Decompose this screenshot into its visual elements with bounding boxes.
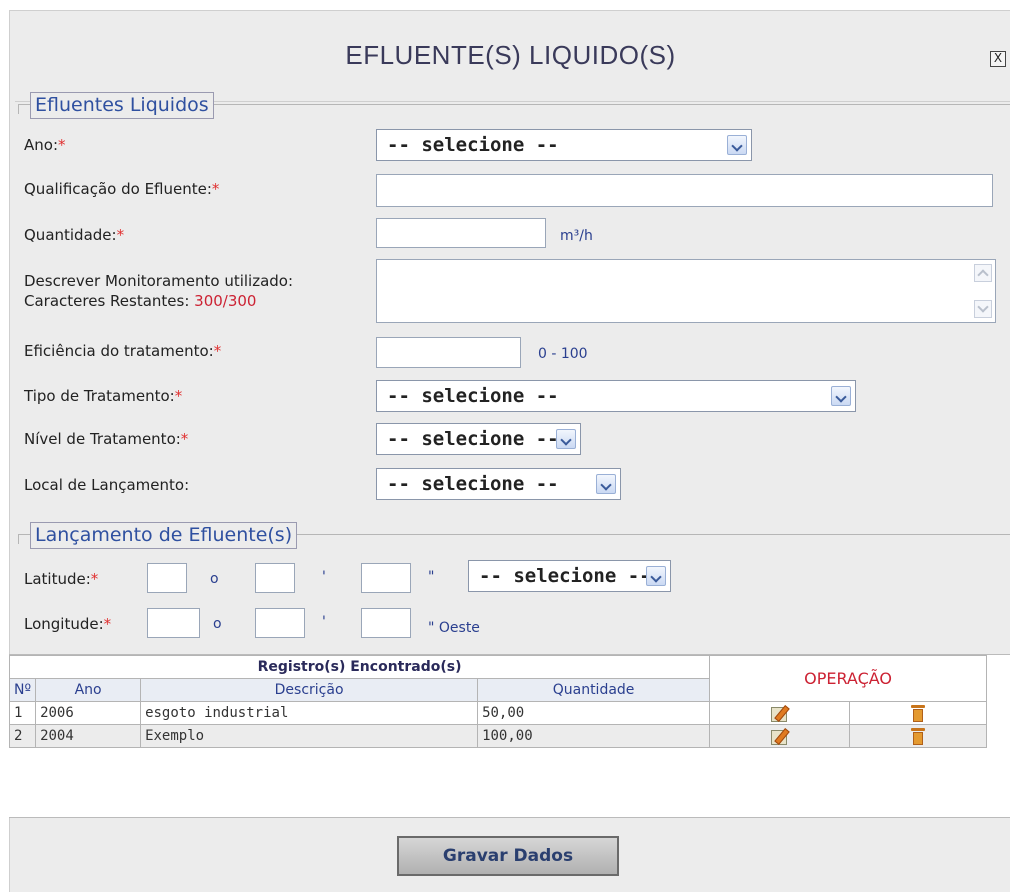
chevron-down-icon[interactable] bbox=[596, 474, 616, 494]
edit-icon[interactable] bbox=[769, 704, 791, 722]
longitude-direction: " Oeste bbox=[428, 620, 480, 636]
minute-symbol: ' bbox=[322, 569, 326, 585]
column-header: Quantidade bbox=[477, 678, 711, 702]
monitoramento-label: Descrever Monitoramento utilizado: bbox=[24, 272, 294, 290]
edit-icon[interactable] bbox=[769, 727, 791, 745]
second-symbol: " bbox=[428, 569, 435, 585]
fieldset-lancamento-border-left bbox=[18, 534, 19, 544]
longitude-degrees-input[interactable] bbox=[147, 608, 200, 638]
column-header: Ano bbox=[35, 678, 142, 702]
delete-cell[interactable] bbox=[849, 701, 988, 725]
save-button[interactable]: Gravar Dados bbox=[397, 836, 619, 876]
caracteres-restantes-label: Caracteres Restantes: 300/300 bbox=[24, 292, 257, 310]
eficiencia-range: 0 - 100 bbox=[538, 346, 588, 362]
chevron-down-icon[interactable] bbox=[831, 386, 851, 406]
trash-icon[interactable] bbox=[911, 704, 926, 723]
latitude-label: Latitude:* bbox=[24, 570, 99, 588]
fieldset-efluentes-border-left bbox=[18, 104, 19, 114]
quantidade-unit: m³/h bbox=[560, 228, 593, 244]
delete-cell[interactable] bbox=[849, 724, 988, 748]
hemisphere-select[interactable]: -- selecione -- bbox=[468, 560, 671, 592]
latitude-minutes-input[interactable] bbox=[255, 563, 295, 593]
records-table: Registro(s) Encontrado(s) OPERAÇÃO Nº An… bbox=[8, 655, 988, 748]
quantidade-label: Quantidade:* bbox=[24, 226, 125, 244]
cell-quantidade: 100,00 bbox=[477, 724, 711, 748]
dialog-title: EFLUENTE(S) LIQUIDO(S) bbox=[345, 40, 676, 70]
scroll-down-icon[interactable] bbox=[974, 300, 992, 318]
cell-descricao: esgoto industrial bbox=[140, 701, 479, 725]
longitude-label: Longitude:* bbox=[24, 615, 112, 633]
quantidade-input[interactable] bbox=[376, 218, 546, 248]
cell-num: 1 bbox=[8, 701, 37, 725]
operations-header: OPERAÇÃO bbox=[709, 655, 988, 702]
nivel-tratamento-label: Nível de Tratamento:* bbox=[24, 430, 189, 448]
latitude-seconds-input[interactable] bbox=[361, 563, 411, 593]
eficiencia-label: Eficiência do tratamento:* bbox=[24, 342, 222, 360]
longitude-minutes-input[interactable] bbox=[255, 608, 305, 638]
edit-cell[interactable] bbox=[709, 701, 851, 725]
nivel-tratamento-select[interactable]: -- selecione -- bbox=[376, 423, 581, 455]
cell-num: 2 bbox=[8, 724, 37, 748]
eficiencia-input[interactable] bbox=[376, 337, 521, 368]
cell-ano: 2004 bbox=[35, 724, 142, 748]
ano-select[interactable]: -- selecione -- bbox=[376, 129, 752, 161]
table-row[interactable]: 1 2006 esgoto industrial 50,00 bbox=[8, 701, 988, 725]
cell-quantidade: 50,00 bbox=[477, 701, 711, 725]
longitude-seconds-input[interactable] bbox=[361, 608, 411, 638]
table-title: Registro(s) Encontrado(s) bbox=[8, 655, 711, 679]
edit-cell[interactable] bbox=[709, 724, 851, 748]
minute-symbol: ' bbox=[322, 614, 326, 630]
local-lancamento-label: Local de Lançamento: bbox=[24, 476, 190, 494]
fieldset-efluentes-legend: Efluentes Liquidos bbox=[30, 92, 214, 119]
local-lancamento-select[interactable]: -- selecione -- bbox=[376, 468, 621, 500]
qualificacao-input[interactable] bbox=[376, 174, 993, 207]
chevron-down-icon[interactable] bbox=[556, 429, 576, 449]
column-header: Nº bbox=[8, 678, 37, 702]
ano-label: Ano:* bbox=[24, 136, 66, 154]
chevron-down-icon[interactable] bbox=[727, 135, 747, 155]
latitude-degrees-input[interactable] bbox=[147, 563, 187, 593]
scroll-up-icon[interactable] bbox=[974, 264, 992, 282]
table-row[interactable]: 2 2004 Exemplo 100,00 bbox=[8, 724, 988, 748]
qualificacao-label: Qualificação do Efluente:* bbox=[24, 180, 220, 198]
monitoramento-textarea[interactable] bbox=[376, 259, 996, 323]
trash-icon[interactable] bbox=[911, 727, 926, 746]
tipo-tratamento-label: Tipo de Tratamento:* bbox=[24, 387, 183, 405]
records-table-panel: Registro(s) Encontrado(s) OPERAÇÃO Nº An… bbox=[8, 654, 1010, 818]
fieldset-lancamento-legend: Lançamento de Efluente(s) bbox=[30, 522, 298, 549]
close-icon[interactable]: X bbox=[990, 51, 1006, 67]
chevron-down-icon[interactable] bbox=[646, 566, 666, 586]
degree-symbol: o bbox=[210, 571, 219, 587]
cell-descricao: Exemplo bbox=[140, 724, 479, 748]
degree-symbol: o bbox=[213, 616, 222, 632]
cell-ano: 2006 bbox=[35, 701, 142, 725]
column-header: Descrição bbox=[140, 678, 479, 702]
tipo-tratamento-select[interactable]: -- selecione -- bbox=[376, 380, 856, 412]
